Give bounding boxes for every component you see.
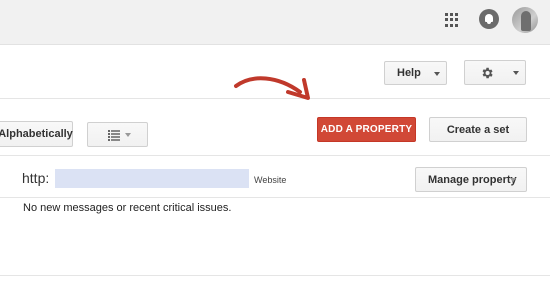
divider	[0, 197, 550, 198]
gear-icon	[482, 67, 493, 79]
view-toggle-button[interactable]	[87, 122, 148, 147]
sort-alphabetically-button[interactable]: Alphabetically	[0, 121, 73, 147]
top-bar	[0, 0, 550, 45]
add-property-button[interactable]: ADD A PROPERTY	[317, 117, 416, 142]
property-url[interactable]: http:	[22, 170, 49, 186]
property-type: Website	[254, 175, 287, 185]
apps-grid-icon[interactable]	[445, 13, 459, 27]
create-set-label: Create a set	[446, 123, 510, 136]
create-set-button[interactable]: Create a set	[429, 117, 527, 142]
chevron-down-icon	[513, 71, 519, 75]
divider	[0, 275, 550, 276]
chevron-down-icon	[434, 72, 440, 76]
help-button-label: Help	[397, 67, 421, 79]
add-property-label: ADD A PROPERTY	[320, 124, 413, 135]
list-view-icon	[108, 130, 120, 141]
divider	[0, 155, 550, 156]
manage-property-button[interactable]: Manage property	[415, 167, 527, 192]
sort-label: Alphabetically	[0, 128, 73, 140]
annotation-arrow	[234, 76, 310, 100]
chevron-down-icon	[510, 178, 516, 182]
url-redacted	[55, 169, 249, 188]
bell-icon[interactable]	[479, 9, 499, 29]
status-message: No new messages or recent critical issue…	[23, 202, 232, 214]
settings-button[interactable]	[464, 60, 526, 85]
avatar[interactable]	[512, 7, 538, 33]
chevron-down-icon	[125, 133, 131, 137]
help-button[interactable]: Help	[384, 61, 447, 85]
manage-property-label: Manage property	[428, 173, 517, 186]
